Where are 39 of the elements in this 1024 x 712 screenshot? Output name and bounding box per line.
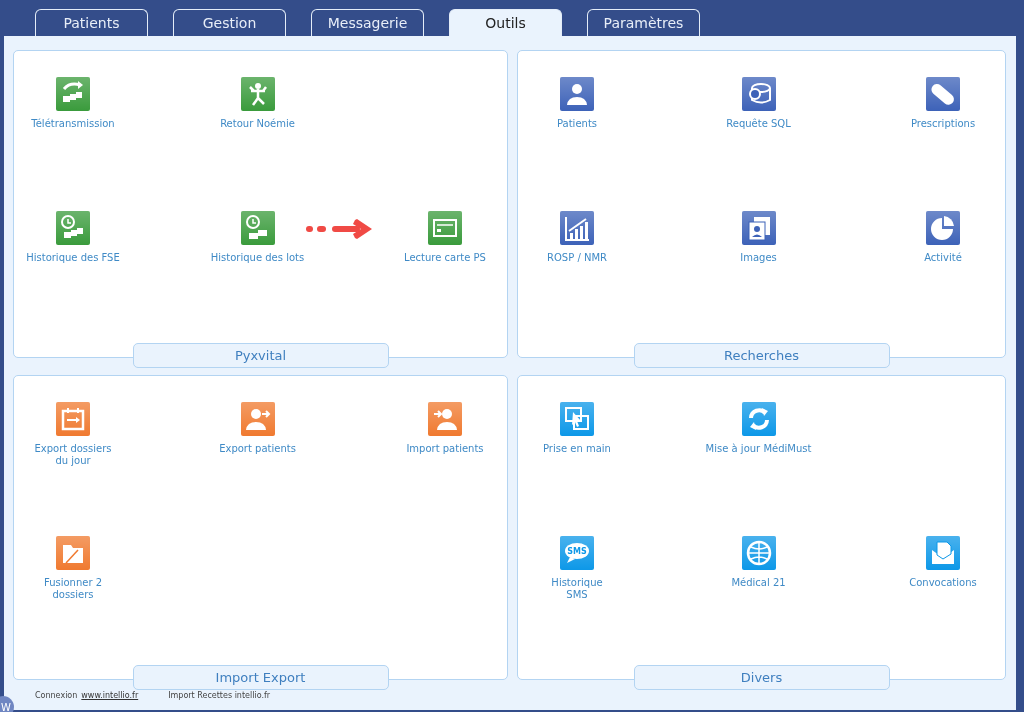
envelope-icon[interactable] (926, 536, 960, 570)
tab[interactable]: Patients (35, 9, 148, 36)
tool-label[interactable]: ROSP / NMR (547, 252, 607, 264)
windows-cursor-icon[interactable] (560, 402, 594, 436)
tool-label[interactable]: Prescriptions (910, 118, 976, 130)
tool-label[interactable]: Historique des lots (210, 252, 305, 264)
tool-label[interactable]: Médical 21 (731, 577, 786, 589)
tab[interactable]: Paramètres (587, 9, 700, 36)
tool-label[interactable]: Télétransmission (31, 118, 115, 130)
tool-label[interactable]: Requête SQL (726, 118, 791, 130)
group-title: Divers (633, 665, 890, 690)
tool-label[interactable]: Historique des FSE (26, 252, 120, 264)
website-link[interactable]: www.intellio.fr (81, 690, 139, 700)
tool-label[interactable]: Prise en main (543, 443, 611, 455)
import-recettes-link[interactable]: Import Recettes intellio.fr (168, 690, 271, 700)
tab[interactable]: Messagerie (311, 9, 424, 36)
tab[interactable]: Gestion (173, 9, 286, 36)
tool-label[interactable]: Patients (557, 118, 597, 130)
tool-label[interactable]: Images (740, 252, 777, 264)
corner-badge: W (0, 696, 14, 712)
pointer-arrow-icon (305, 219, 373, 239)
tool-label[interactable]: Mise à jour MédiMust (705, 443, 812, 455)
refresh-icon[interactable] (741, 402, 776, 436)
group-title: Recherches (633, 343, 890, 368)
tool-label[interactable]: Activité (924, 252, 962, 264)
tool-label[interactable]: Lecture carte PS (404, 252, 486, 264)
connexion-label: Connexion www.intellio.fr (35, 690, 139, 700)
group-title: Import Export (132, 665, 389, 690)
tool-label[interactable]: Retour Noémie (220, 118, 295, 130)
tool-label[interactable]: Import patients (406, 443, 484, 455)
tool-label[interactable]: Historique SMS (551, 577, 603, 601)
tool-label[interactable]: Export patients (219, 443, 296, 455)
tool-label[interactable]: Fusionner 2 dossiers (43, 577, 103, 601)
tab[interactable]: Outils (449, 9, 562, 36)
sms-bubble-icon[interactable]: SMS (560, 536, 594, 570)
group-title: Pyxvital (132, 343, 389, 368)
globe-icon[interactable] (741, 536, 776, 570)
tool-label[interactable]: Convocations (909, 577, 977, 589)
tool-label[interactable]: Export dossiers du jour (34, 443, 112, 467)
